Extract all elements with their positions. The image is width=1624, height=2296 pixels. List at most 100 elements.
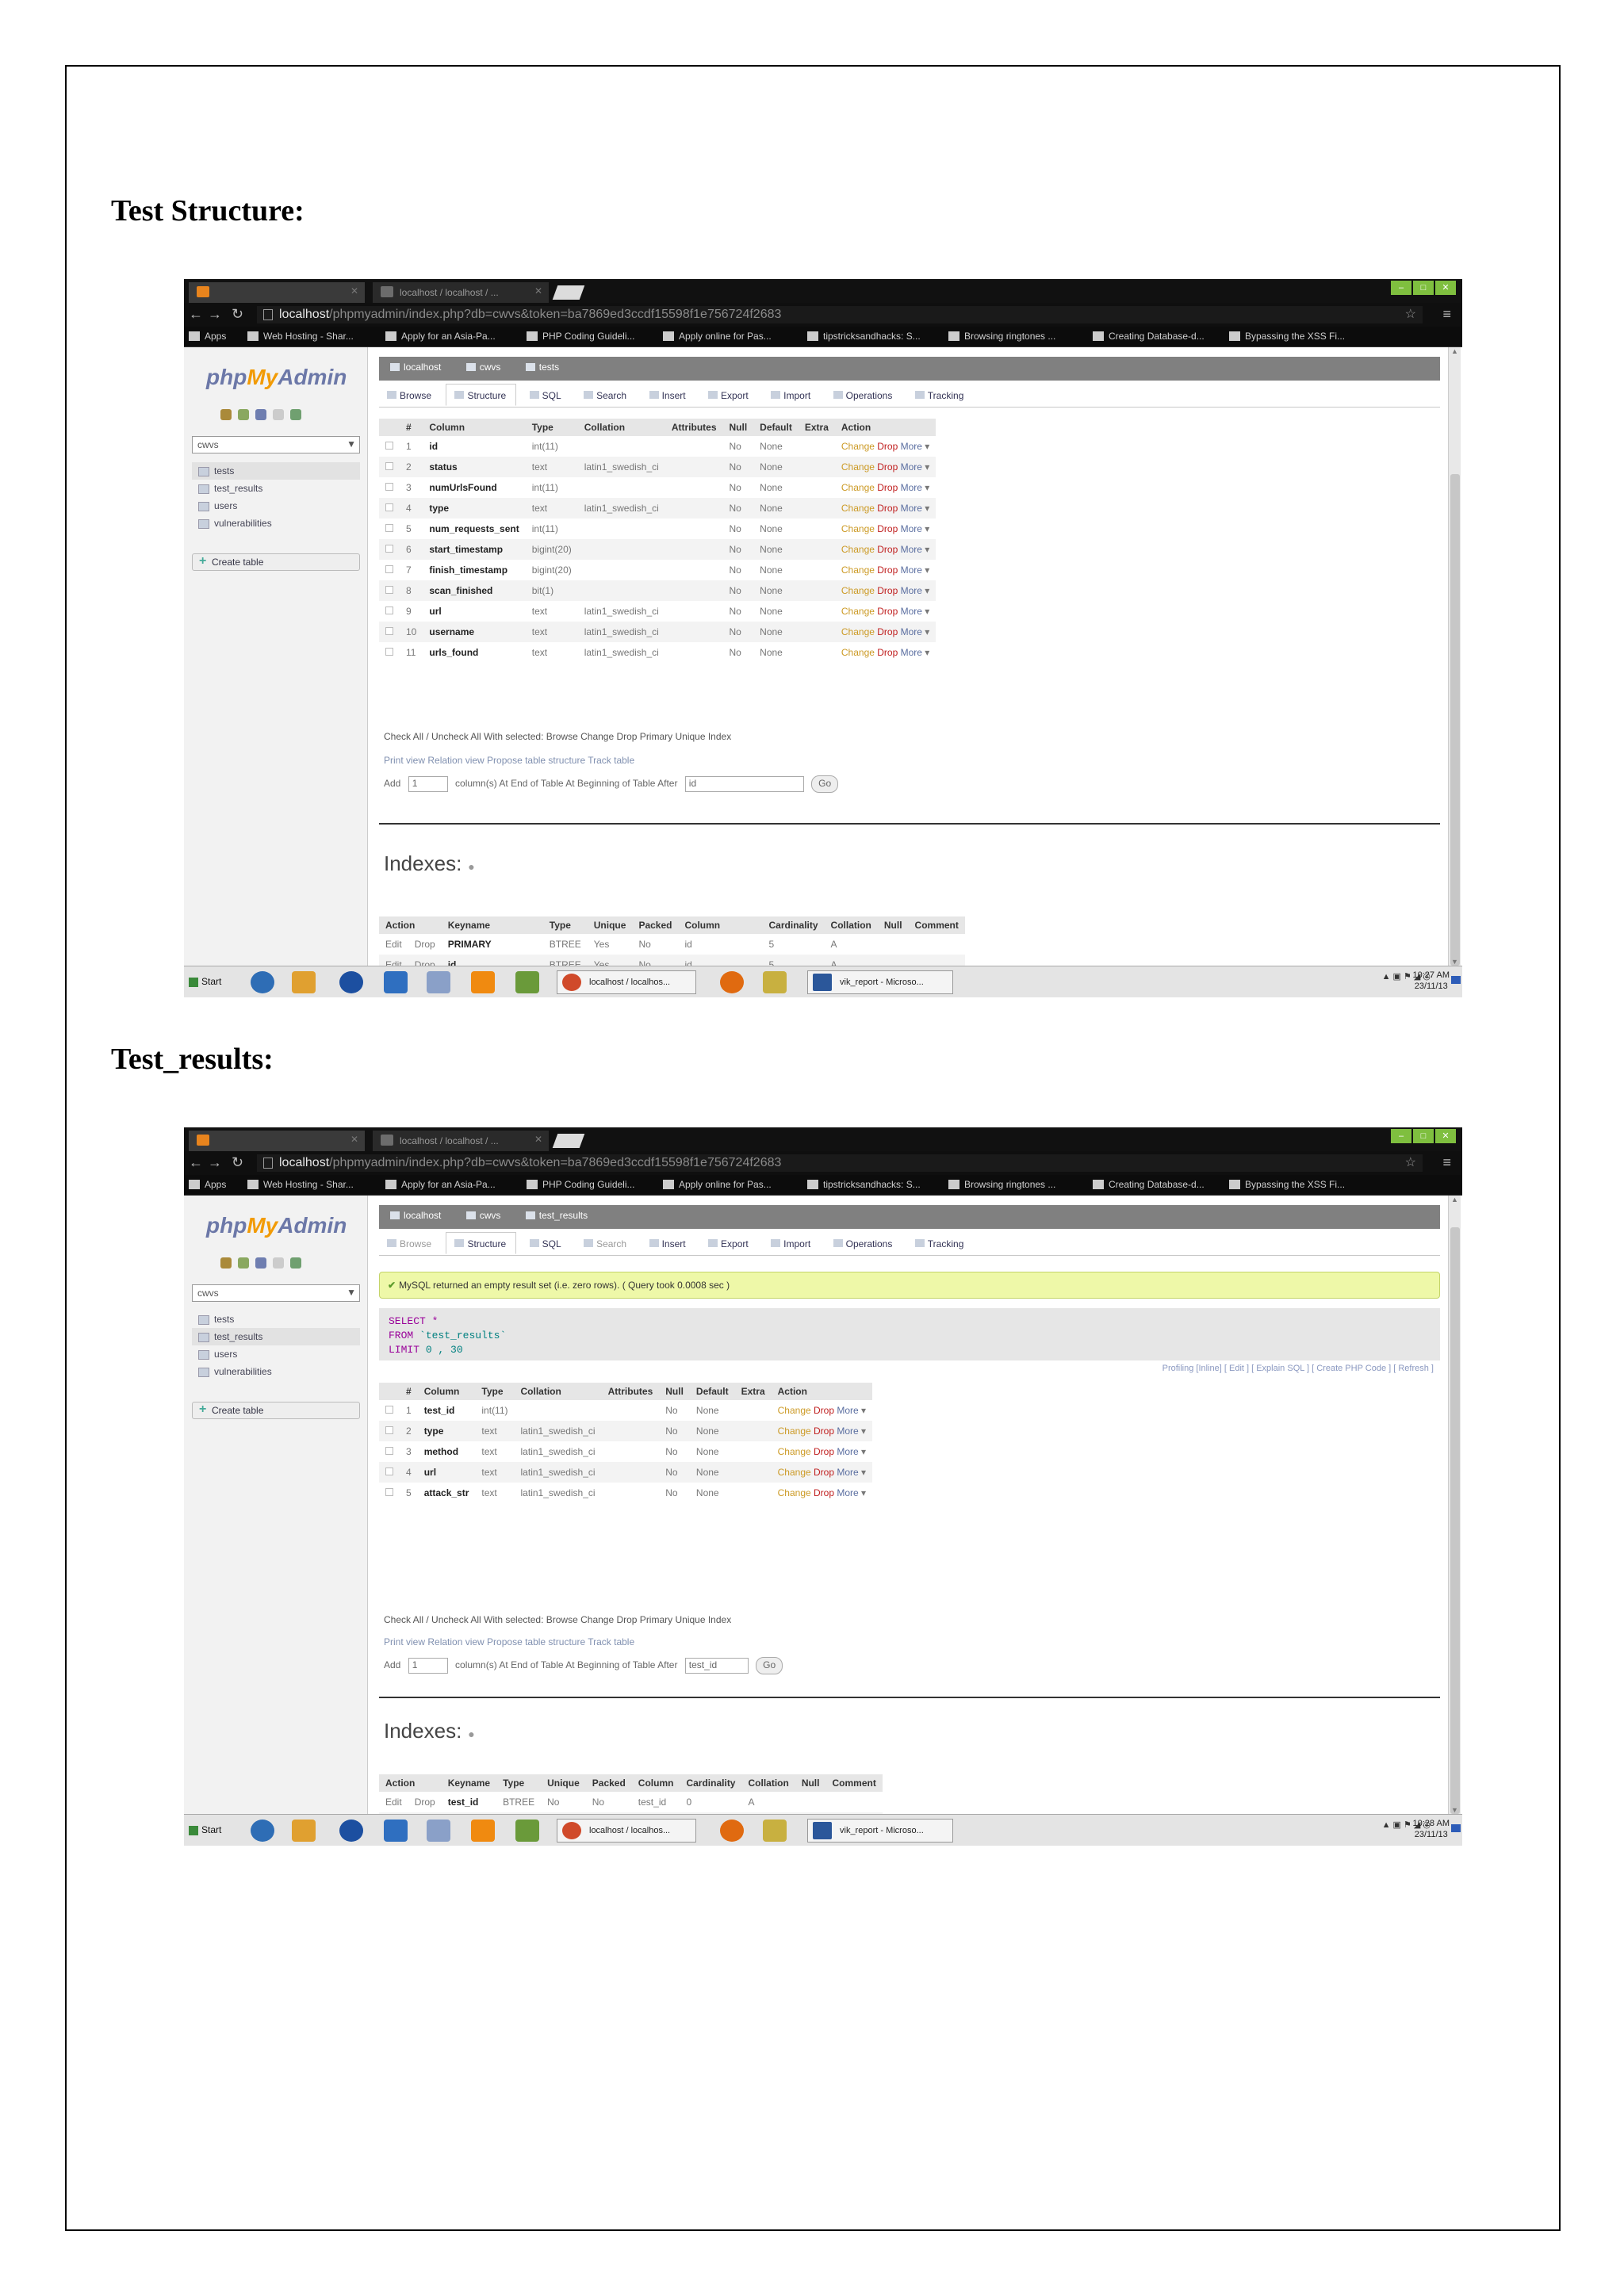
tab-search[interactable]: Search <box>576 385 636 407</box>
breadcrumb-db[interactable]: cwvs <box>465 362 512 373</box>
indexes-toggle-icon[interactable]: ● <box>468 860 474 873</box>
drop-link[interactable]: Drop <box>814 1425 834 1437</box>
change-link[interactable]: Change <box>841 585 875 596</box>
drop-link[interactable]: Drop <box>877 544 898 555</box>
bookmark-star-icon[interactable]: ☆ <box>1405 1154 1416 1170</box>
change-link[interactable]: Change <box>841 606 875 617</box>
more-dropdown[interactable]: More <box>837 1467 858 1478</box>
row-checkbox[interactable] <box>385 648 393 656</box>
index-drop-link[interactable]: Drop <box>408 934 442 955</box>
home-icon[interactable] <box>220 1257 232 1269</box>
help-icon[interactable] <box>255 1257 266 1269</box>
row-checkbox[interactable] <box>385 627 393 635</box>
bookmark-item[interactable]: Apply online for Pas... <box>663 331 772 342</box>
tab-structure[interactable]: Structure <box>446 1232 517 1254</box>
row-checkbox[interactable] <box>385 565 393 573</box>
media-icon[interactable] <box>427 971 450 993</box>
paint-icon[interactable] <box>515 971 539 993</box>
tab-insert[interactable]: Insert <box>642 1233 695 1255</box>
close-tab-icon[interactable]: ✕ <box>350 285 358 297</box>
phpmyadmin-logo[interactable]: phpMyAdmin <box>206 365 347 390</box>
indexes-toggle-icon[interactable]: ● <box>468 1728 474 1740</box>
database-select[interactable]: cwvs ▼ <box>192 436 360 453</box>
row-checkbox[interactable] <box>385 524 393 532</box>
index-edit-link[interactable]: Edit <box>379 934 408 955</box>
clock[interactable]: 10:27 AM 23/11/13 <box>1413 970 1450 992</box>
show-desktop-button[interactable] <box>1451 1824 1461 1832</box>
bookmark-item[interactable]: Browsing ringtones ... <box>948 1179 1055 1190</box>
index-edit-link[interactable]: Edit <box>379 1792 408 1812</box>
bookmark-item[interactable]: Creating Database-d... <box>1093 1179 1205 1190</box>
firefox-icon[interactable] <box>720 971 744 993</box>
change-link[interactable]: Change <box>841 441 875 452</box>
row-checkbox[interactable] <box>385 1488 393 1496</box>
close-tab-icon[interactable]: ✕ <box>350 1134 358 1145</box>
close-tab-icon[interactable]: ✕ <box>534 1134 542 1145</box>
bookmark-item[interactable]: Apply for an Asia-Pa... <box>385 1179 496 1190</box>
sidebar-item-test-results[interactable]: test_results <box>192 1328 360 1345</box>
add-position-options[interactable]: column(s) At End of Table At Beginning o… <box>455 778 677 789</box>
more-dropdown[interactable]: More <box>901 564 922 576</box>
new-tab-button[interactable] <box>552 285 585 300</box>
tab-operations[interactable]: Operations <box>825 1233 902 1255</box>
hp-icon[interactable] <box>339 971 363 993</box>
sidebar-item-users[interactable]: users <box>192 1345 360 1363</box>
tab-tracking[interactable]: Tracking <box>907 385 974 407</box>
more-dropdown[interactable]: More <box>901 585 922 596</box>
browser-tab-1[interactable]: ✕ <box>189 1131 365 1151</box>
maximize-icon[interactable]: □ <box>1413 281 1434 295</box>
breadcrumb-table[interactable]: tests <box>525 362 570 373</box>
row-checkbox[interactable] <box>385 607 393 614</box>
breadcrumb-server[interactable]: localhost <box>390 362 452 373</box>
new-tab-button[interactable] <box>552 1134 585 1148</box>
drop-link[interactable]: Drop <box>877 647 898 658</box>
scrollbar[interactable]: ▲ ▼ <box>1448 347 1461 966</box>
forward-icon[interactable]: → <box>208 306 222 322</box>
bookmark-item[interactable]: Bypassing the XSS Fi... <box>1229 1179 1345 1190</box>
folder-icon[interactable] <box>763 1820 787 1842</box>
scroll-up-icon[interactable]: ▲ <box>1451 347 1458 355</box>
table-links[interactable]: Print view Relation view Propose table s… <box>384 755 634 766</box>
more-dropdown[interactable]: More <box>837 1487 858 1498</box>
drop-link[interactable]: Drop <box>877 564 898 576</box>
more-dropdown[interactable]: More <box>901 441 922 452</box>
drop-link[interactable]: Drop <box>814 1446 834 1457</box>
bookmark-item[interactable]: Creating Database-d... <box>1093 331 1205 342</box>
reload-icon[interactable]: ↻ <box>232 1154 243 1170</box>
row-checkbox[interactable] <box>385 1468 393 1475</box>
drop-link[interactable]: Drop <box>814 1487 834 1498</box>
taskbar-app-browser[interactable]: localhost / localhos... <box>557 970 696 994</box>
change-link[interactable]: Change <box>841 626 875 637</box>
drop-link[interactable]: Drop <box>877 626 898 637</box>
bookmark-apps[interactable]: Apps <box>189 1179 226 1190</box>
change-link[interactable]: Change <box>841 461 875 473</box>
browser-tab-2[interactable]: localhost / localhost / ... ✕ <box>373 1131 549 1151</box>
more-dropdown[interactable]: More <box>837 1405 858 1416</box>
database-select[interactable]: cwvs ▼ <box>192 1284 360 1302</box>
add-count-input[interactable]: 1 <box>408 1658 448 1674</box>
sidebar-item-vulnerabilities[interactable]: vulnerabilities <box>192 515 360 532</box>
change-link[interactable]: Change <box>778 1487 811 1498</box>
sidebar-item-vulnerabilities[interactable]: vulnerabilities <box>192 1363 360 1380</box>
drop-link[interactable]: Drop <box>877 461 898 473</box>
taskbar-app-browser[interactable]: localhost / localhos... <box>557 1819 696 1843</box>
tab-insert[interactable]: Insert <box>642 385 695 407</box>
change-link[interactable]: Change <box>841 523 875 534</box>
change-link[interactable]: Change <box>841 564 875 576</box>
row-checkbox[interactable] <box>385 545 393 553</box>
change-link[interactable]: Change <box>841 482 875 493</box>
scrollbar[interactable]: ▲ ▼ <box>1448 1196 1461 1814</box>
change-link[interactable]: Change <box>841 544 875 555</box>
row-checkbox[interactable] <box>385 1447 393 1455</box>
maximize-icon[interactable]: □ <box>1413 1129 1434 1143</box>
add-position-options[interactable]: column(s) At End of Table At Beginning o… <box>455 1659 677 1670</box>
drop-link[interactable]: Drop <box>877 482 898 493</box>
row-checkbox[interactable] <box>385 1406 393 1414</box>
hp-icon[interactable] <box>339 1820 363 1842</box>
drop-link[interactable]: Drop <box>877 585 898 596</box>
tab-sql[interactable]: SQL <box>522 385 571 407</box>
back-icon[interactable]: ← <box>189 1154 203 1170</box>
row-checkbox[interactable] <box>385 442 393 450</box>
more-dropdown[interactable]: More <box>837 1446 858 1457</box>
row-checkbox[interactable] <box>385 503 393 511</box>
